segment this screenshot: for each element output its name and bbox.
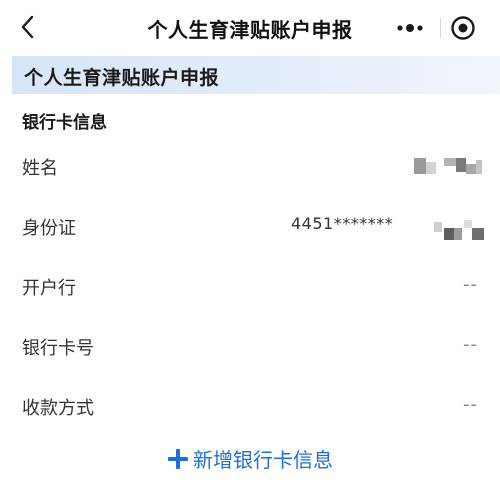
redacted-id-mosaic [434,216,490,242]
capsule-divider [440,18,441,38]
more-dots-icon [397,24,423,32]
info-row-bank: 开户行 -- [0,266,500,306]
target-circle-icon [451,16,475,40]
row-label-id: 身份证 [22,218,76,239]
row-value-card-number: -- [463,334,478,355]
add-bank-card-link[interactable]: 新增银行卡信息 [0,446,500,474]
info-row-payment-method: 收款方式 -- [0,386,500,426]
row-value-bank: -- [463,274,478,295]
section-title: 银行卡信息 [22,113,107,133]
row-label-bank: 开户行 [22,278,76,299]
page-title: 个人生育津贴账户申报 [147,18,353,42]
info-row-name: 姓名 [0,146,500,186]
app-page: 个人生育津贴账户申报 个人生育津贴账户申报 银行卡信息 姓名 身份证 4451*… [0,0,500,500]
row-value-payment-method: -- [463,394,478,415]
nav-bar: 个人生育津贴账户申报 [0,0,500,56]
row-label-name: 姓名 [22,158,58,179]
close-miniprogram-button[interactable] [449,14,477,42]
redacted-name-mosaic [414,154,484,178]
plus-icon [168,449,188,469]
add-bank-card-label: 新增银行卡信息 [193,448,333,472]
more-button[interactable] [392,14,428,42]
info-row-card-number: 银行卡号 -- [0,326,500,366]
form-title: 个人生育津贴账户申报 [24,67,220,89]
info-row-id: 身份证 4451******* [0,206,500,246]
chevron-left-icon [21,15,34,39]
row-value-id: 4451******* [291,214,394,233]
back-button[interactable] [14,12,44,42]
row-label-payment-method: 收款方式 [22,398,94,419]
row-label-card-number: 银行卡号 [22,338,94,359]
add-bank-card-link-content[interactable]: 新增银行卡信息 [167,446,333,474]
form-title-banner: 个人生育津贴账户申报 [12,56,500,94]
